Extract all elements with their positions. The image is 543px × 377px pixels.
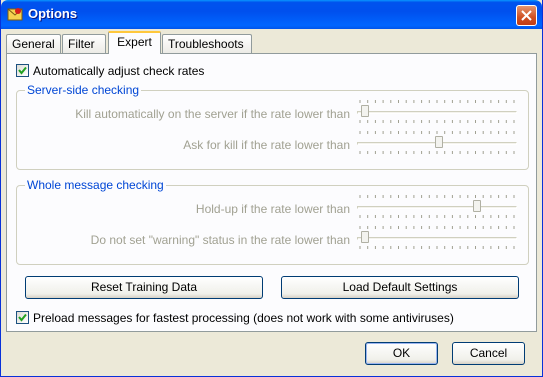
close-button[interactable] bbox=[516, 5, 537, 26]
tab-general[interactable]: General bbox=[6, 34, 61, 53]
load-default-button[interactable]: Load Default Settings bbox=[281, 276, 519, 299]
expert-panel: Automatically adjust check rates Server-… bbox=[6, 53, 537, 332]
options-window: Options General Filter Expert Troublesho… bbox=[0, 0, 543, 377]
slider-thumb[interactable] bbox=[473, 200, 481, 212]
tab-filter[interactable]: Filter bbox=[62, 34, 106, 53]
slider-track bbox=[357, 237, 517, 240]
slider-ticks bbox=[359, 215, 515, 218]
ask-kill-slider[interactable] bbox=[355, 131, 519, 154]
ok-button[interactable]: OK bbox=[365, 342, 438, 365]
cancel-button[interactable]: Cancel bbox=[452, 342, 525, 365]
slider-track bbox=[357, 206, 517, 209]
slider-thumb[interactable] bbox=[361, 231, 369, 243]
slider-ticks bbox=[359, 151, 515, 154]
kill-auto-slider[interactable] bbox=[355, 100, 519, 123]
server-side-title: Server-side checking bbox=[25, 83, 142, 97]
window-title: Options bbox=[28, 6, 78, 21]
slider-ticks bbox=[359, 120, 515, 123]
kill-auto-label: Kill automatically on the server if the … bbox=[75, 107, 350, 121]
slider-thumb[interactable] bbox=[361, 105, 369, 117]
preload-label: Preload messages for fastest processing … bbox=[33, 311, 454, 325]
tab-expert[interactable]: Expert bbox=[108, 31, 161, 54]
slider-ticks bbox=[359, 195, 515, 198]
hold-up-label: Hold-up if the rate lower than bbox=[195, 202, 350, 216]
slider-ticks bbox=[359, 131, 515, 134]
slider-ticks bbox=[359, 226, 515, 229]
slider-thumb[interactable] bbox=[435, 136, 443, 148]
reset-training-button[interactable]: Reset Training Data bbox=[25, 276, 263, 299]
ask-kill-label: Ask for kill if the rate lower than bbox=[183, 138, 350, 152]
app-icon bbox=[7, 8, 23, 21]
server-side-group: Server-side checking Kill automatically … bbox=[16, 83, 529, 170]
tab-troubleshoots[interactable]: Troubleshoots bbox=[162, 34, 252, 53]
preload-checkbox[interactable] bbox=[16, 311, 29, 324]
close-icon bbox=[521, 10, 532, 21]
slider-track bbox=[357, 111, 517, 114]
hold-up-slider[interactable] bbox=[355, 195, 519, 218]
no-warning-label: Do not set "warning" status in the rate … bbox=[90, 233, 350, 247]
slider-ticks bbox=[359, 246, 515, 249]
title-bar[interactable]: Options bbox=[1, 0, 542, 29]
slider-ticks bbox=[359, 100, 515, 103]
whole-message-group: Whole message checking Hold-up if the ra… bbox=[16, 178, 529, 265]
auto-adjust-checkbox[interactable] bbox=[16, 64, 29, 77]
auto-adjust-label: Automatically adjust check rates bbox=[33, 64, 205, 78]
no-warning-slider[interactable] bbox=[355, 226, 519, 249]
whole-message-title: Whole message checking bbox=[25, 178, 166, 192]
checkmark-icon bbox=[18, 66, 27, 75]
checkmark-icon bbox=[18, 313, 27, 322]
